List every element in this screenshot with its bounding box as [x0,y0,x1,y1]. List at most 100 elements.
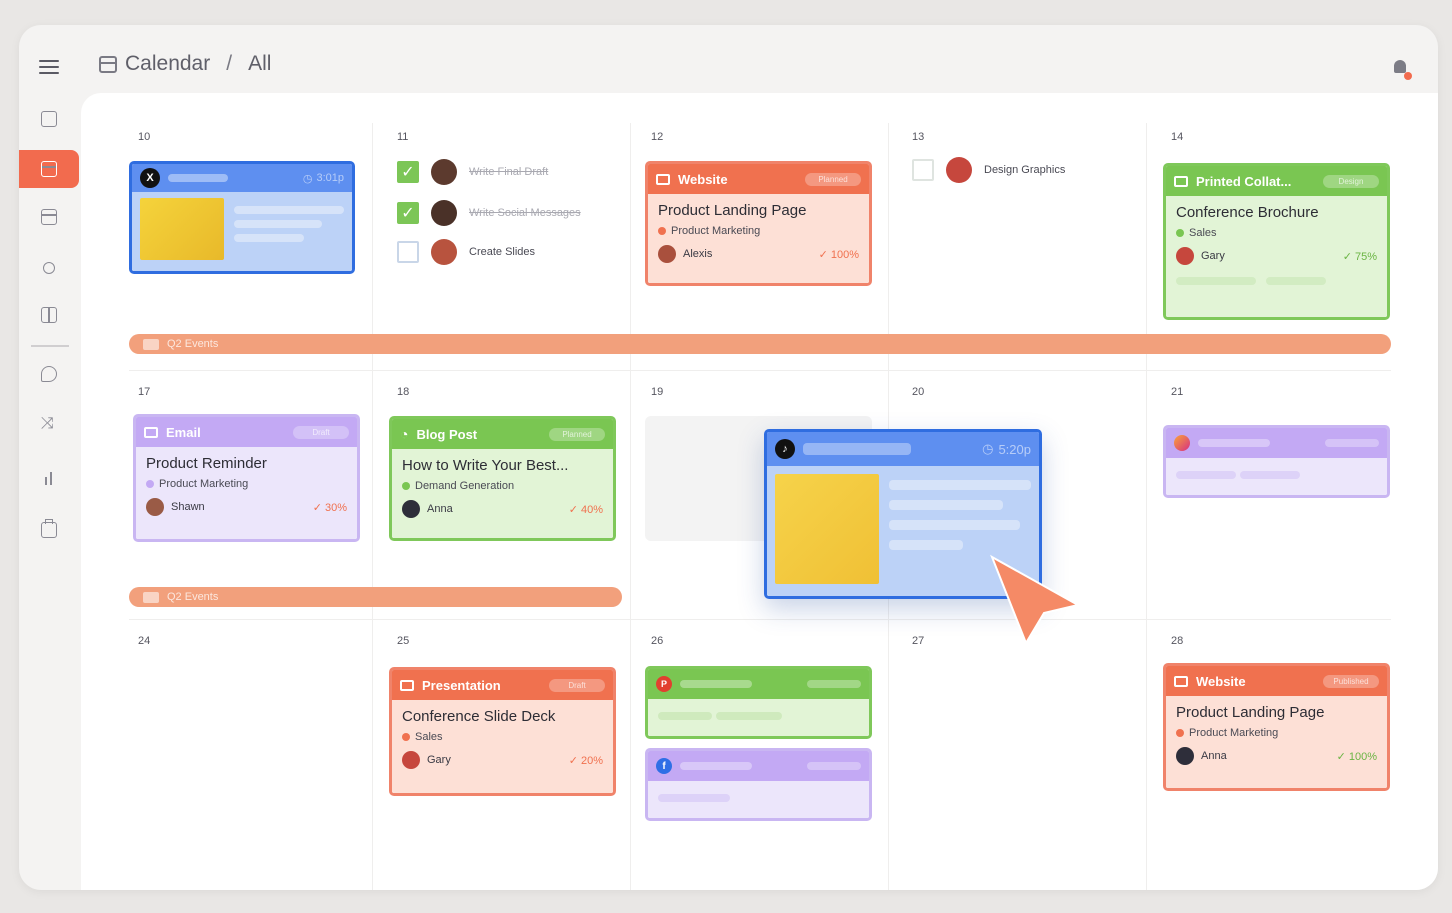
column-divider [1146,123,1147,890]
website-card[interactable]: Website Published Product Landing Page Pr… [1163,663,1390,791]
post-time: 5:20p [998,441,1031,457]
card-type: Blog Post [416,426,478,442]
facebook-icon: f [656,758,672,774]
task-item: Design Graphics [912,157,1065,183]
status-badge: Draft [293,425,349,439]
day-number: 28 [1171,635,1184,647]
app-window: Calendar / All 10 11 12 13 14 17 18 19 [19,25,1438,890]
avatar [431,200,457,226]
avatar [1176,747,1194,765]
clock-icon: ◷ [982,441,994,456]
task-label: Create Slides [469,246,536,258]
card-tag: Sales [1189,227,1217,239]
calendar-grid: 10 11 12 13 14 17 18 19 20 21 24 25 26 2… [81,93,1438,890]
assignee: Alexis [683,248,713,260]
assignee: Gary [427,754,451,766]
task-checkbox-checked[interactable]: ✓ [397,161,419,183]
card-tag: Product Marketing [671,225,761,237]
x-twitter-icon: X [140,168,160,188]
assignee: Shawn [171,501,205,513]
pinterest-post-card[interactable]: P [645,666,872,739]
layout-icon [41,209,57,225]
card-tag: Sales [415,731,443,743]
menu-icon[interactable] [39,60,59,75]
task-checkbox-checked[interactable]: ✓ [397,202,419,224]
avatar [402,751,420,769]
sidebar-item-briefcase[interactable] [19,511,79,549]
task-checkbox[interactable] [397,241,419,263]
sidebar-item-calendar[interactable] [19,150,79,188]
avatar [402,500,420,518]
avatar [146,498,164,516]
laptop-icon [1174,675,1188,687]
card-title: Product Landing Page [658,202,807,219]
breadcrumb-separator: / [226,52,233,75]
card-type: Website [678,171,728,187]
sidebar-item-chart[interactable] [19,459,79,497]
card-type: Website [1196,673,1246,689]
breadcrumb-calendar[interactable]: Calendar [125,52,210,76]
twitter-post-card[interactable]: X ◷ 3:01p [129,161,355,274]
day-number: 13 [912,131,925,143]
facebook-post-card[interactable]: f [645,748,872,821]
notification-bell-icon[interactable] [1392,60,1412,80]
day-number: 25 [397,635,410,647]
presentation-card[interactable]: Presentation Draft Conference Slide Deck … [389,667,616,796]
q2-events-bar[interactable]: Q2 Events [129,587,622,607]
email-card[interactable]: Email Draft Product Reminder Product Mark… [133,414,360,542]
task-checkbox[interactable] [912,159,934,181]
task-item: ✓ Write Final Draft [397,159,548,185]
task-item: Create Slides [397,239,535,265]
website-card[interactable]: Website Planned Product Landing Page Prod… [645,161,872,286]
row-divider [129,619,1391,620]
breadcrumb: Calendar / All [99,52,271,76]
card-type: Printed Collat... [1196,173,1292,189]
day-number: 10 [138,131,151,143]
shuffle-icon [41,415,57,434]
instagram-post-card[interactable] [1163,425,1390,498]
progress-percent: ✓ 30% [312,501,347,514]
mouse-cursor-icon [990,554,1081,646]
card-title: How to Write Your Best... [402,457,569,474]
avatar [431,239,457,265]
sidebar-item-people[interactable] [19,249,79,287]
sidebar-item-home[interactable] [19,100,79,138]
card-title: Conference Slide Deck [402,708,556,725]
q2-events-bar[interactable]: Q2 Events [129,334,1391,354]
column-divider [372,123,373,890]
status-badge: Published [1323,674,1379,688]
card-title: Conference Brochure [1176,204,1319,221]
chat-icon [41,366,57,382]
sidebar-item-book[interactable] [19,296,79,334]
avatar [658,245,676,263]
avatar [1176,247,1194,265]
assignee: Gary [1201,250,1225,262]
breadcrumb-all[interactable]: All [248,52,271,76]
row-divider [129,370,1391,371]
placeholder-bar [168,174,228,182]
day-number: 17 [138,386,151,398]
laptop-icon [656,173,670,185]
sidebar-item-layout[interactable] [19,198,79,236]
sidebar-item-chat[interactable] [19,355,79,393]
day-number: 20 [912,386,925,398]
blog-post-card[interactable]: ◔ Blog Post Planned How to Write Your Best… [389,416,616,541]
avatar [431,159,457,185]
printed-collateral-card[interactable]: Printed Collat... Design Conference Broch… [1163,163,1390,320]
people-icon [43,262,55,274]
chart-icon [41,470,57,486]
notification-dot [1404,72,1412,80]
folder-icon [143,591,159,603]
rss-icon: ◔ [400,426,409,442]
calendar-icon [41,161,57,177]
task-label: Write Final Draft [469,166,549,178]
presentation-icon [400,679,414,691]
task-label: Write Social Messages [469,207,581,219]
sidebar-item-shuffle[interactable] [19,407,79,445]
book-icon [41,307,57,323]
event-label: Q2 Events [167,591,219,603]
progress-percent: ✓ 40% [568,503,603,516]
progress-percent: ✓ 75% [1342,250,1377,263]
day-number: 26 [651,635,664,647]
progress-percent: ✓ 100% [1336,750,1377,763]
